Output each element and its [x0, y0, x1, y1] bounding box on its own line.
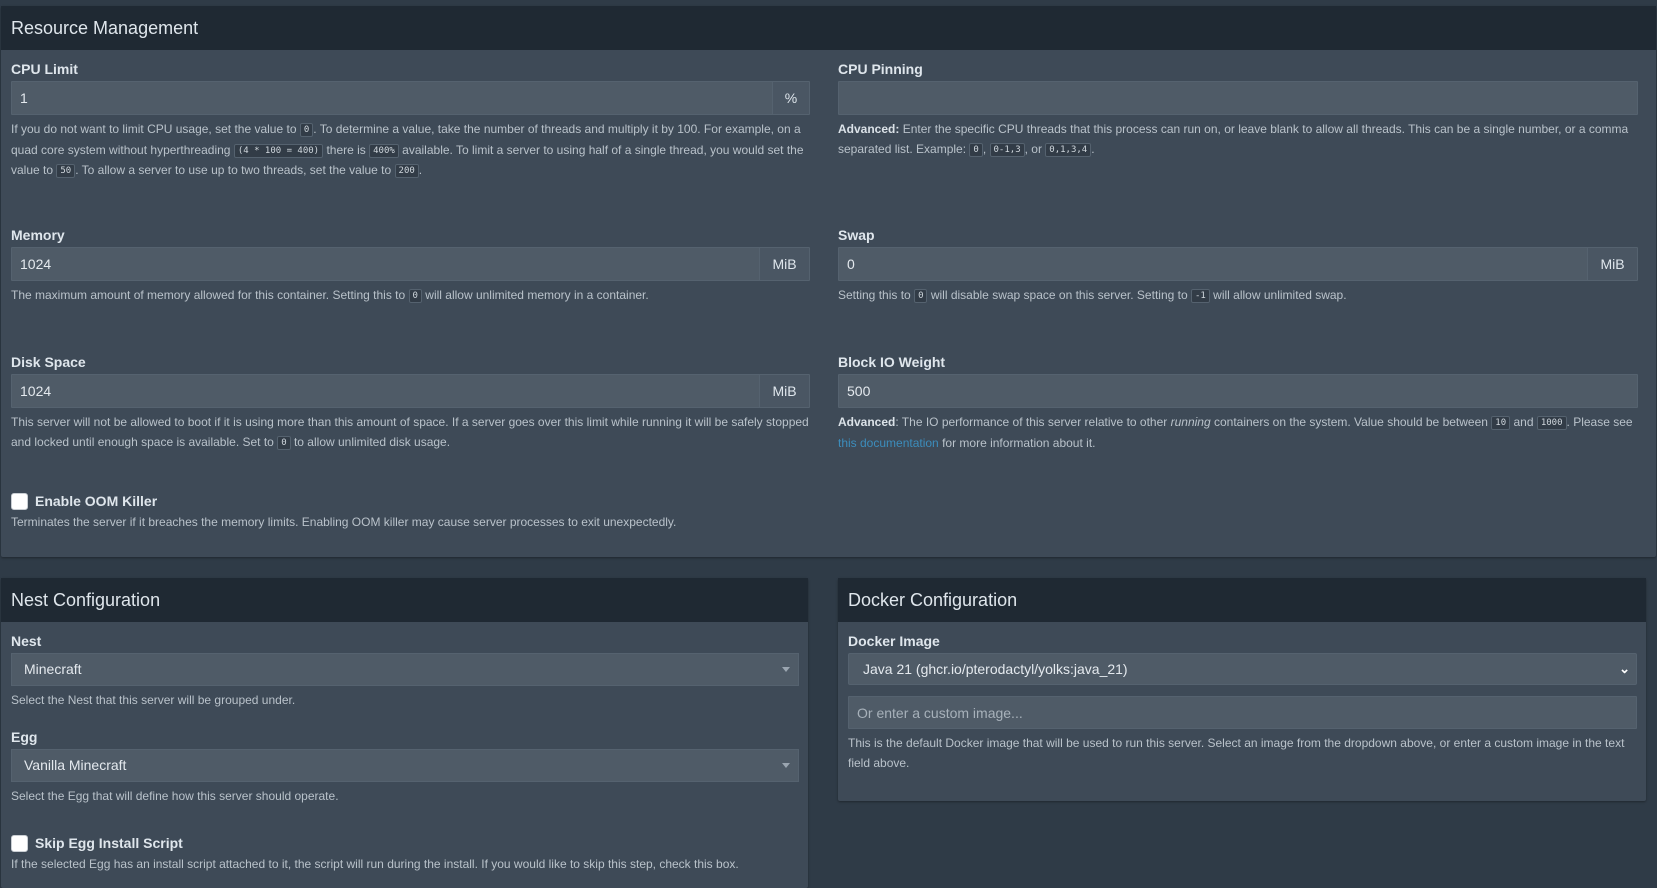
cpu-limit-unit: %	[772, 82, 809, 114]
cpu-pinning-label: CPU Pinning	[838, 61, 923, 77]
code-snippet: 0	[969, 142, 983, 157]
caret-down-icon	[782, 667, 790, 672]
oom-killer-help: Terminates the server if it breaches the…	[11, 515, 677, 529]
memory-label: Memory	[11, 227, 65, 243]
oom-killer-label[interactable]: Enable OOM Killer	[35, 491, 157, 511]
swap-unit: MiB	[1587, 248, 1637, 280]
cpu-limit-label: CPU Limit	[11, 61, 78, 77]
disk-space-unit: MiB	[759, 375, 809, 407]
code-snippet: -1	[1190, 289, 1210, 303]
code-snippet: 0	[299, 123, 314, 137]
cpu-pinning-group: CPU Pinning Advanced: Enter the specific…	[838, 59, 1638, 160]
custom-image-field[interactable]: Or enter a custom image...	[848, 696, 1637, 729]
code-snippet: 0	[408, 289, 422, 303]
docker-image-help: This is the default Docker image that wi…	[848, 736, 1625, 770]
disk-space-label: Disk Space	[11, 354, 86, 370]
nest-select-value: Minecraft	[24, 661, 82, 677]
skip-install-checkbox[interactable]	[11, 834, 28, 852]
nest-configuration-panel: Nest Configuration Nest Minecraft Select…	[1, 578, 808, 888]
nest-group: Nest Minecraft Select the Nest that this…	[11, 631, 799, 711]
code-snippet: 0,1,3,4	[1045, 142, 1092, 157]
swap-label: Swap	[838, 227, 875, 243]
skip-install-help: If the selected Egg has an install scrip…	[11, 857, 739, 871]
code-snippet: 50	[56, 164, 76, 178]
memory-input[interactable]: 1024	[12, 248, 759, 280]
code-snippet: 0-1,3	[989, 142, 1025, 157]
cpu-pinning-input[interactable]	[839, 82, 1637, 114]
memory-field[interactable]: 1024 MiB	[11, 247, 810, 281]
docker-image-select-value: Java 21 (ghcr.io/pterodactyl/yolks:java_…	[863, 661, 1128, 677]
documentation-link[interactable]: this documentation	[838, 436, 939, 450]
docker-configuration-panel: Docker Configuration Docker Image Java 2…	[838, 578, 1646, 801]
cpu-pinning-help: Advanced: Enter the specific CPU threads…	[838, 122, 1629, 157]
cpu-limit-group: CPU Limit 1 % If you do not want to limi…	[11, 59, 810, 182]
cpu-limit-field[interactable]: 1 %	[11, 81, 810, 115]
code-snippet: 10	[1491, 416, 1511, 430]
code-snippet: 0	[277, 435, 291, 450]
cpu-limit-help: If you do not want to limit CPU usage, s…	[11, 122, 804, 178]
skip-install-label[interactable]: Skip Egg Install Script	[35, 833, 183, 853]
caret-down-icon	[782, 763, 790, 768]
disk-space-input[interactable]: 1024	[12, 375, 759, 407]
swap-input[interactable]: 0	[839, 248, 1587, 280]
cpu-pinning-field[interactable]	[838, 81, 1638, 115]
code-snippet: 1000	[1536, 416, 1567, 430]
code-snippet: 200	[394, 164, 419, 178]
swap-group: Swap 0 MiB Setting this to 0 will disabl…	[838, 225, 1638, 307]
custom-image-input[interactable]: Or enter a custom image...	[849, 697, 1636, 728]
docker-image-label: Docker Image	[848, 633, 940, 649]
block-io-input[interactable]: 500	[839, 375, 1637, 407]
egg-group: Egg Vanilla Minecraft Select the Egg tha…	[11, 727, 799, 807]
resource-management-title: Resource Management	[1, 6, 1656, 50]
nest-help: Select the Nest that this server will be…	[11, 693, 296, 707]
swap-help: Setting this to 0 will disable swap spac…	[838, 288, 1347, 303]
code-snippet: 0	[914, 289, 928, 303]
egg-help: Select the Egg that will define how this…	[11, 789, 339, 803]
skip-install-group: Skip Egg Install Script If the selected …	[11, 833, 801, 875]
disk-space-field[interactable]: 1024 MiB	[11, 374, 810, 408]
disk-space-group: Disk Space 1024 MiB This server will not…	[11, 352, 810, 453]
docker-image-group: Docker Image Java 21 (ghcr.io/pterodacty…	[848, 631, 1637, 773]
swap-field[interactable]: 0 MiB	[838, 247, 1638, 281]
nest-select[interactable]: Minecraft	[11, 653, 799, 686]
oom-killer-group: Enable OOM Killer Terminates the server …	[11, 491, 1641, 533]
oom-killer-checkbox[interactable]	[11, 492, 28, 510]
nest-label: Nest	[11, 633, 42, 649]
memory-group: Memory 1024 MiB The maximum amount of me…	[11, 225, 810, 307]
memory-unit: MiB	[759, 248, 809, 280]
memory-help: The maximum amount of memory allowed for…	[11, 288, 649, 303]
block-io-group: Block IO Weight 500 Advanced: The IO per…	[838, 352, 1638, 453]
nest-configuration-title: Nest Configuration	[1, 578, 808, 622]
disk-space-help: This server will not be allowed to boot …	[11, 415, 809, 450]
resource-management-panel: Resource Management CPU Limit 1 % If you…	[1, 6, 1656, 557]
code-snippet: 400%	[369, 143, 399, 158]
egg-label: Egg	[11, 729, 38, 745]
cpu-limit-input[interactable]: 1	[12, 82, 772, 114]
block-io-field[interactable]: 500	[838, 374, 1638, 408]
code-snippet: (4 * 100 = 400)	[233, 143, 324, 158]
block-io-help: Advanced: The IO performance of this ser…	[838, 415, 1633, 450]
egg-select-value: Vanilla Minecraft	[24, 757, 127, 773]
block-io-label: Block IO Weight	[838, 354, 946, 370]
egg-select[interactable]: Vanilla Minecraft	[11, 749, 799, 782]
docker-image-select[interactable]: Java 21 (ghcr.io/pterodactyl/yolks:java_…	[848, 653, 1637, 685]
chevron-down-icon: ⌄	[1619, 661, 1630, 676]
docker-configuration-title: Docker Configuration	[838, 578, 1646, 622]
